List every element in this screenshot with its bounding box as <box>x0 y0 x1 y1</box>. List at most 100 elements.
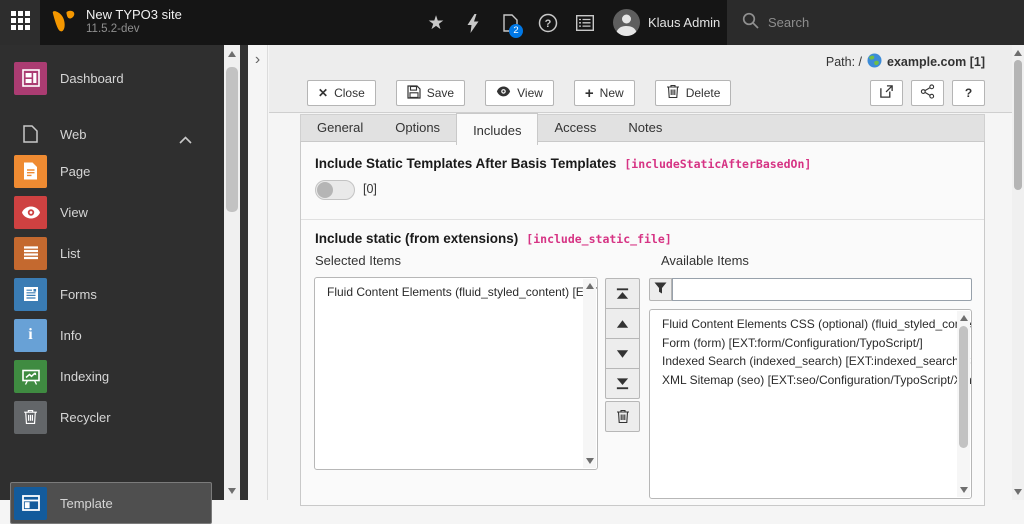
tab-includes[interactable]: Includes <box>456 113 539 145</box>
sidebar-scrollbar-thumb[interactable] <box>226 67 238 212</box>
bookmark-star-icon[interactable]: ★ <box>425 12 447 34</box>
sidebar-scrollbar[interactable] <box>224 45 240 500</box>
available-item[interactable]: Form (form) [EXT:form/Configuration/Typo… <box>650 334 971 353</box>
toolbar-search[interactable]: Search <box>727 0 1024 45</box>
page-title: example.com [1] <box>887 55 985 69</box>
user-avatar[interactable] <box>613 9 640 36</box>
close-button[interactable]: ✕ Close <box>307 80 376 106</box>
open-in-new-window-button[interactable] <box>870 80 903 106</box>
eye-icon <box>496 86 511 100</box>
trash-icon <box>14 400 47 434</box>
help-button[interactable]: ? <box>952 80 985 106</box>
sidebar-item-view[interactable]: View <box>0 195 224 229</box>
move-to-bottom-button[interactable] <box>605 368 640 399</box>
share-button[interactable] <box>911 80 944 106</box>
tab-general[interactable]: General <box>301 114 379 141</box>
opendocs-count-badge: 2 <box>509 24 523 38</box>
scroll-up-icon[interactable] <box>228 51 236 57</box>
typo3-logo-icon <box>50 9 78 37</box>
move-up-button[interactable] <box>605 308 640 339</box>
new-button[interactable]: + New <box>573 80 635 106</box>
remove-item-button[interactable] <box>605 401 640 432</box>
toggle-value: [0] <box>363 182 377 196</box>
field-code: [include_static_file] <box>526 232 672 246</box>
move-down-button[interactable] <box>605 338 640 369</box>
share-icon <box>920 84 935 102</box>
available-scrollbar-thumb[interactable] <box>959 326 968 448</box>
docheader-buttons: ✕ Close Save View + New Delete <box>307 80 732 106</box>
floppy-icon <box>407 84 421 102</box>
main-scrollbar-thumb[interactable] <box>1014 60 1022 190</box>
include-after-toggle[interactable] <box>315 180 355 200</box>
scroll-down-icon[interactable] <box>585 458 594 464</box>
scroll-up-icon[interactable] <box>959 315 968 321</box>
path-prefix: Path: / <box>825 55 863 69</box>
item-mover-buttons <box>605 278 640 432</box>
delete-button[interactable]: Delete <box>654 80 732 106</box>
sidebar-item-dashboard[interactable]: Dashboard <box>0 61 224 95</box>
sidebar-edge <box>240 45 248 500</box>
tab-notes[interactable]: Notes <box>612 114 678 141</box>
user-name[interactable]: Klaus Admin <box>648 15 720 30</box>
sidebar-item-template[interactable]: Template <box>10 482 212 524</box>
scroll-up-icon[interactable] <box>585 283 594 289</box>
clear-cache-bolt-icon[interactable] <box>462 12 484 34</box>
filter-input[interactable] <box>672 278 972 301</box>
close-icon: ✕ <box>318 86 329 100</box>
available-items-listbox[interactable]: Fluid Content Elements CSS (optional) (f… <box>649 309 972 499</box>
scroll-down-icon[interactable] <box>228 488 236 494</box>
funnel-icon <box>654 281 667 299</box>
forms-icon <box>14 277 47 311</box>
module-menu-toggle-button[interactable] <box>0 0 40 45</box>
save-button[interactable]: Save <box>395 80 466 106</box>
tab-options[interactable]: Options <box>379 114 456 141</box>
sidebar-item-page[interactable]: Page <box>0 154 224 188</box>
template-icon <box>14 486 47 520</box>
systeminformation-icon[interactable] <box>574 12 596 34</box>
indexing-chart-icon <box>14 359 47 393</box>
grid-icon <box>10 10 30 35</box>
sidebar-item-forms[interactable]: Forms <box>0 277 224 311</box>
tab-access[interactable]: Access <box>538 114 612 141</box>
sidebar-item-recycler[interactable]: Recycler <box>0 400 224 434</box>
available-item[interactable]: XML Sitemap (seo) [EXT:seo/Configuration… <box>650 371 971 390</box>
filter-button[interactable] <box>649 278 672 301</box>
scroll-up-icon[interactable] <box>1014 50 1022 56</box>
site-version: 11.5.2-dev <box>86 23 140 35</box>
svg-text:?: ? <box>545 18 552 30</box>
view-button[interactable]: View <box>485 80 554 106</box>
includes-tab-panel: Include Static Templates After Basis Tem… <box>300 141 985 506</box>
search-placeholder: Search <box>768 15 810 30</box>
sidebar-item-indexing[interactable]: Indexing <box>0 359 224 393</box>
field-label-include-after: Include Static Templates After Basis Tem… <box>315 156 812 171</box>
available-item[interactable]: Indexed Search (indexed_search) [EXT:ind… <box>650 352 971 371</box>
scroll-down-icon[interactable] <box>959 487 968 493</box>
plus-icon: + <box>584 84 594 102</box>
available-item[interactable]: Fluid Content Elements CSS (optional) (f… <box>650 310 971 334</box>
move-to-top-button[interactable] <box>605 278 640 309</box>
main-scrollbar[interactable] <box>1012 45 1024 500</box>
trash-icon <box>666 84 680 102</box>
sidebar-item-list[interactable]: List <box>0 236 224 270</box>
available-items-heading: Available Items <box>661 253 749 268</box>
chevron-right-icon[interactable]: › <box>248 51 267 69</box>
selected-items-scrollbar[interactable] <box>583 279 596 468</box>
toggle-knob <box>317 182 333 198</box>
nav-collapse-strip[interactable]: › <box>248 45 268 500</box>
sidebar-item-info[interactable]: i Info <box>0 318 224 352</box>
web-document-icon <box>14 125 47 143</box>
selected-items-heading: Selected Items <box>315 253 401 268</box>
selected-items-listbox[interactable]: Fluid Content Elements (fluid_styled_con… <box>314 277 598 470</box>
info-icon: i <box>14 318 47 352</box>
module-sidebar: Dashboard Web Page View List Forms i Inf… <box>0 45 224 524</box>
sidebar-section-web[interactable]: Web <box>0 117 224 151</box>
field-code: [includeStaticAfterBasedOn] <box>624 157 812 171</box>
field-label-include-static: Include static (from extensions) [include… <box>315 231 672 246</box>
available-items-scrollbar[interactable] <box>957 311 970 497</box>
page-icon <box>14 154 47 188</box>
selected-item[interactable]: Fluid Content Elements (fluid_styled_con… <box>315 278 597 302</box>
scroll-down-icon[interactable] <box>1014 489 1022 495</box>
form-tabs: General Options Includes Access Notes <box>300 113 985 145</box>
help-icon[interactable]: ? <box>537 12 559 34</box>
site-title: New TYPO3 site <box>86 7 182 22</box>
